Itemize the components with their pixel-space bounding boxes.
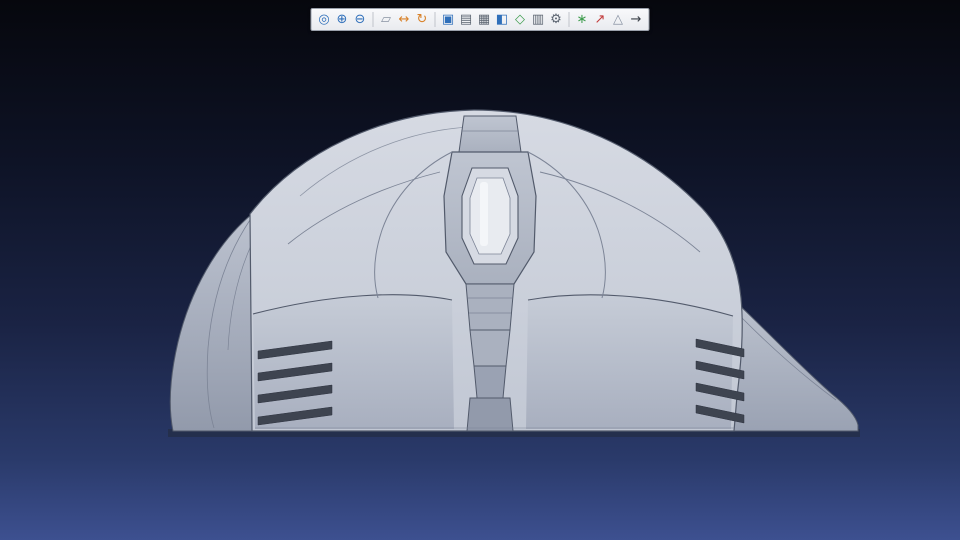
orient-icon[interactable]: ↗ (592, 11, 609, 28)
more-options-icon[interactable]: → (628, 11, 645, 28)
section-view-icon[interactable]: ◧ (494, 11, 511, 28)
model-viewport[interactable]: ◎ ⊕ ⊖ ▱ ↔ ↻ ▣ ▤ ▦ ◧ ◇ ▥ ⚙ ∗ ↗ △ → (0, 0, 960, 540)
sep-2 (434, 12, 436, 27)
zoom-area-icon[interactable]: ▱ (378, 11, 395, 28)
display-settings-icon[interactable]: ⚙ (548, 11, 565, 28)
sep-3 (568, 12, 570, 27)
coordinate-triad-icon[interactable]: ∗ (574, 11, 591, 28)
mouse-3d-model[interactable] (0, 0, 960, 540)
named-views-icon[interactable]: ▤ (458, 11, 475, 28)
pan-icon[interactable]: ↔ (396, 11, 413, 28)
view-styles-icon[interactable]: ▦ (476, 11, 493, 28)
rotate-view-icon[interactable]: ↻ (414, 11, 431, 28)
palm-tail (732, 300, 859, 432)
iso-view-icon[interactable]: ◇ (512, 11, 529, 28)
section-plane-icon[interactable]: △ (610, 11, 627, 28)
left-button-panel (252, 294, 454, 429)
zoom-in-icon[interactable]: ⊕ (334, 11, 351, 28)
sheets-icon[interactable]: ▥ (530, 11, 547, 28)
sep-1 (372, 12, 374, 27)
zoom-icon[interactable]: ◎ (316, 11, 333, 28)
view-toolbar: ◎ ⊕ ⊖ ▱ ↔ ↻ ▣ ▤ ▦ ◧ ◇ ▥ ⚙ ∗ ↗ △ → (310, 8, 650, 31)
fit-view-icon[interactable]: ▣ (440, 11, 457, 28)
zoom-out-icon[interactable]: ⊖ (352, 11, 369, 28)
thumb-wing (169, 213, 263, 432)
